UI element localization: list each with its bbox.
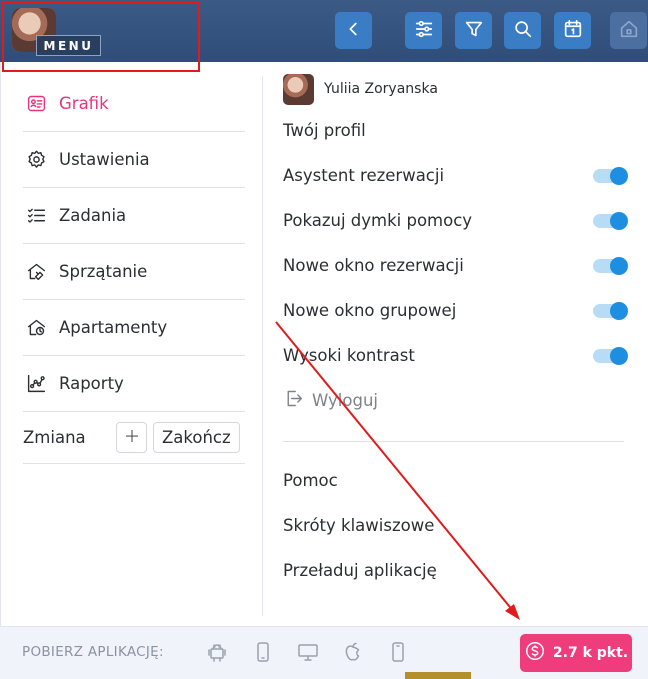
download-label: POBIERZ APLIKACJĘ: [22, 644, 164, 660]
add-shift-button[interactable] [116, 422, 147, 453]
download-bar: POBIERZ APLIKACJĘ: 2.7 k pkt. [0, 626, 648, 679]
search-button[interactable] [504, 12, 541, 49]
plus-icon [123, 427, 141, 449]
filter-button[interactable] [455, 12, 492, 49]
schedule-card-icon [25, 93, 47, 115]
logout-label: Wyloguj [312, 391, 378, 410]
nav-item-label: Grafik [59, 94, 109, 113]
toggle-label: Wysoki kontrast [283, 346, 415, 365]
back-button[interactable] [335, 12, 372, 49]
shortcuts-label: Skróty klawiszowe [283, 516, 435, 535]
filter-icon [463, 18, 485, 44]
nav-item-label: Apartamenty [59, 318, 168, 337]
search-icon [512, 18, 534, 44]
nav-item-sprzatanie[interactable]: Sprzątanie [23, 244, 245, 300]
dollar-coin-icon [524, 640, 546, 666]
toggle-label: Asystent rezerwacji [283, 166, 445, 185]
home-button[interactable] [610, 12, 647, 49]
section-divider [283, 441, 624, 442]
calendar-icon [562, 18, 584, 44]
phone-icon[interactable] [251, 640, 275, 664]
toggle-label: Nowe okno rezerwacji [283, 256, 464, 275]
nav-item-zadania[interactable]: Zadania [23, 188, 245, 244]
help-bubbles-toggle[interactable] [593, 211, 628, 230]
points-label: 2.7 k pkt. [552, 645, 629, 661]
nav-item-label: Ustawienia [59, 150, 150, 169]
apple-icon[interactable] [341, 640, 365, 664]
column-divider [262, 76, 263, 616]
end-shift-button[interactable]: Zakończ [153, 422, 240, 453]
main-navigation: Grafik Ustawienia Zadania Sprzątanie Apa… [23, 76, 245, 464]
shortcuts-link[interactable]: Skróty klawiszowe [283, 503, 628, 548]
profile-label: Twój profil [283, 121, 366, 140]
gear-icon [25, 149, 47, 171]
toggle-label: Nowe okno grupowej [283, 301, 457, 320]
home-icon [618, 18, 640, 44]
new-group-window-toggle[interactable] [593, 301, 628, 320]
toggle-label: Pokazuj dymki pomocy [283, 211, 473, 230]
annotation-highlight-box [2, 2, 200, 72]
user-name: Yuliia Zoryanska [324, 81, 438, 97]
sliders-icon [413, 18, 435, 44]
nav-item-label: Raporty [59, 374, 124, 393]
nav-item-label: Sprzątanie [59, 262, 148, 281]
house-cleaning-icon [25, 261, 47, 283]
nav-item-grafik[interactable]: Grafik [23, 76, 245, 132]
toggle-row-help-bubbles: Pokazuj dymki pomocy [283, 198, 628, 243]
nav-item-apartamenty[interactable]: Apartamenty [23, 300, 245, 356]
help-link[interactable]: Pomoc [283, 458, 628, 503]
nav-item-label: Zadania [59, 206, 127, 225]
logout-icon [283, 388, 304, 413]
toggle-row-high-contrast: Wysoki kontrast [283, 333, 628, 378]
tablet-icon[interactable] [386, 640, 410, 664]
apartments-icon [25, 317, 47, 339]
nav-item-raporty[interactable]: Raporty [23, 356, 245, 412]
toggle-row-booking-assistant: Asystent rezerwacji [283, 153, 628, 198]
reload-label: Przeładuj aplikację [283, 561, 437, 580]
user-avatar-small [283, 73, 314, 105]
user-menu: Yuliia Zoryanska Twój profil Asystent re… [283, 73, 628, 593]
back-icon [343, 18, 365, 44]
checklist-icon [25, 205, 47, 227]
desktop-icon[interactable] [296, 640, 320, 664]
logout-content: Wyloguj [283, 388, 378, 413]
toggle-row-new-booking-window: Nowe okno rezerwacji [283, 243, 628, 288]
shift-label: Zmiana [23, 428, 86, 447]
shift-row: Zmiana Zakończ [23, 412, 245, 464]
logout-link[interactable]: Wyloguj [283, 378, 628, 423]
calendar-button[interactable] [554, 12, 591, 49]
menu-panel: Grafik Ustawienia Zadania Sprzątanie Apa… [0, 62, 648, 679]
new-booking-window-toggle[interactable] [593, 256, 628, 275]
help-label: Pomoc [283, 471, 338, 490]
chart-icon [25, 373, 47, 395]
toggle-row-new-group-window: Nowe okno grupowej [283, 288, 628, 333]
android-icon[interactable] [205, 640, 229, 664]
booking-assistant-toggle[interactable] [593, 166, 628, 185]
user-row: Yuliia Zoryanska [283, 73, 628, 105]
points-button[interactable]: 2.7 k pkt. [520, 634, 632, 672]
settings-sliders-button[interactable] [405, 12, 442, 49]
nav-item-ustawienia[interactable]: Ustawienia [23, 132, 245, 188]
high-contrast-toggle[interactable] [593, 346, 628, 365]
background-peek [405, 672, 471, 679]
reload-app-link[interactable]: Przeładuj aplikację [283, 548, 628, 593]
profile-link[interactable]: Twój profil [283, 108, 628, 153]
